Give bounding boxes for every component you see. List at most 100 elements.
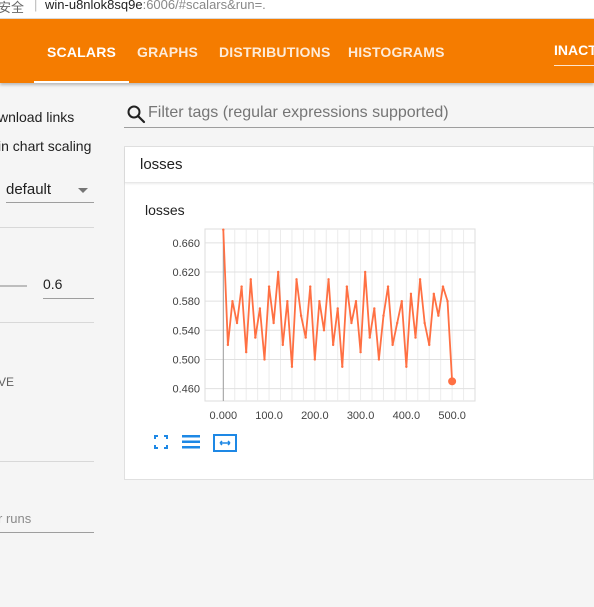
data-point (432, 292, 436, 296)
data-point (446, 299, 449, 303)
data-point (313, 358, 317, 361)
tab-label: SCALARS (47, 44, 117, 60)
data-point (405, 365, 408, 368)
data-point (437, 314, 440, 317)
browser-address-bar[interactable]: 安全 | win-u8nlok8sq9e:6006/#scalars&run=. (0, 0, 594, 19)
data-point (244, 350, 248, 354)
inactive-label: INACTIVE (554, 42, 594, 58)
data-point (336, 307, 339, 310)
data-point (428, 343, 431, 347)
ignore-outliers-option[interactable]: in chart scaling (0, 138, 91, 154)
data-point (281, 343, 284, 347)
data-point (254, 336, 257, 339)
url-text[interactable]: win-u8nlok8sq9e:6006/#scalars&run=. (45, 0, 266, 12)
inactive-dashboards-dropdown[interactable]: INACTIVE (554, 19, 594, 66)
x-tick-label: 300.0 (347, 410, 375, 422)
data-point (222, 228, 225, 231)
data-point (263, 358, 266, 361)
url-host: win-u8nlok8sq9e (45, 0, 143, 12)
address-separator: | (34, 0, 38, 12)
tag-group-card: losses losses 0.660 0.620 0.580 0.540 0.500 0… (124, 146, 594, 480)
tag-filter-input[interactable] (148, 102, 588, 124)
fullscreen-icon[interactable] (153, 434, 177, 454)
security-label: 安全 (0, 0, 25, 15)
data-point (309, 285, 312, 288)
data-point (341, 365, 344, 368)
horizontal-axis-option-relative[interactable]: VE (0, 375, 14, 389)
data-point (382, 314, 385, 317)
tab-label: DISTRIBUTIONS (219, 44, 331, 60)
smoothing-slider[interactable] (0, 285, 27, 287)
data-point (377, 358, 381, 361)
data-point (350, 321, 353, 325)
show-download-links-option[interactable]: wnload links (0, 109, 74, 125)
data-point (290, 365, 294, 368)
data-point (400, 299, 403, 303)
divider (0, 227, 94, 228)
smoothing-value: 0.6 (43, 276, 63, 292)
y-tick-label: 0.620 (172, 267, 200, 279)
data-point (418, 278, 422, 281)
chevron-down-icon (78, 188, 88, 193)
y-tick-label: 0.580 (172, 296, 200, 308)
data-point (249, 278, 252, 281)
tab-histograms[interactable]: HISTOGRAMS (348, 19, 445, 83)
last-point-marker (448, 377, 457, 386)
data-point (414, 336, 417, 339)
data-point (267, 285, 271, 288)
data-point (423, 321, 426, 325)
data-point (331, 343, 335, 347)
tab-scalars[interactable]: SCALARS (34, 19, 130, 83)
data-point (386, 285, 390, 288)
runs-filter-input[interactable]: r runs (0, 507, 94, 533)
data-point (327, 278, 330, 281)
divider (0, 461, 94, 462)
x-tick-label: 0.000 (210, 410, 238, 422)
runs-filter-placeholder: r runs (0, 511, 32, 526)
data-point (304, 336, 307, 339)
tab-label: GRAPHS (137, 44, 199, 60)
data-point (277, 270, 280, 274)
data-point (286, 299, 289, 303)
data-point (391, 343, 394, 347)
data-point (258, 307, 262, 310)
data-point (295, 278, 298, 281)
divider (0, 322, 94, 323)
data-point (359, 350, 362, 354)
data-point (373, 307, 376, 310)
x-tick-label: 100.0 (255, 410, 283, 422)
tooltip-sorting-select[interactable]: default (6, 175, 94, 203)
select-value: default (6, 181, 52, 198)
data-point (231, 299, 234, 303)
top-toolbar: SCALARS GRAPHS DISTRIBUTIONS HISTOGRAMS … (0, 19, 594, 83)
data-point (240, 285, 243, 288)
data-point (409, 292, 413, 296)
y-tick-label: 0.540 (172, 325, 200, 337)
data-point (226, 343, 230, 347)
x-tick-label: 400.0 (393, 410, 421, 422)
tab-graphs[interactable]: GRAPHS (137, 19, 198, 83)
tab-distributions[interactable]: DISTRIBUTIONS (219, 19, 331, 83)
tag-group-header[interactable]: losses (125, 147, 594, 183)
toggle-log-scale-icon[interactable] (181, 434, 205, 454)
sidebar: wnload links in chart scaling default 0.… (0, 83, 104, 607)
data-point (354, 299, 358, 303)
y-tick-label: 0.660 (172, 238, 200, 250)
data-point (322, 329, 326, 332)
fit-domain-icon[interactable] (213, 434, 237, 454)
smoothing-input[interactable]: 0.6 (43, 271, 94, 299)
data-point (368, 336, 371, 339)
data-point (299, 314, 303, 317)
y-tick-label: 0.500 (172, 354, 200, 366)
tag-filter[interactable] (124, 99, 594, 128)
plot-area (204, 228, 476, 402)
tab-label: HISTOGRAMS (348, 44, 445, 60)
x-tick-label: 500.0 (438, 410, 466, 422)
data-point (345, 285, 349, 288)
x-tick-label: 200.0 (301, 410, 329, 422)
y-tick-label: 0.460 (172, 384, 200, 396)
tag-group-title: losses (140, 156, 183, 173)
url-path: :6006/#scalars&run=. (142, 0, 266, 12)
losses-chart[interactable]: 0.660 0.620 0.580 0.540 0.500 0.460 0.000 100.0… (155, 225, 480, 425)
data-point (235, 321, 239, 325)
